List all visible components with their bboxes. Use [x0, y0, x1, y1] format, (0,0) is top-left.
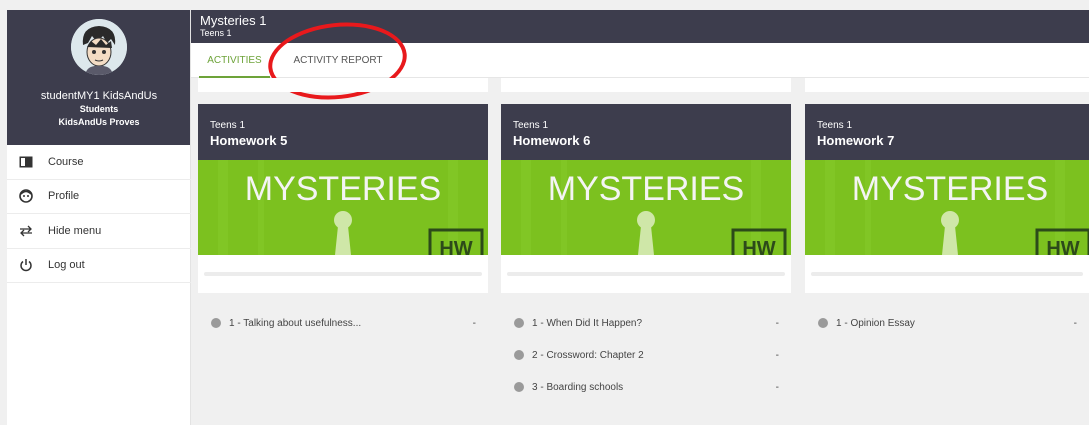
sidebar-item-profile[interactable]: Profile: [7, 180, 191, 214]
card-header: Teens 1 Homework 5: [198, 104, 488, 160]
sidebar-item-label: Profile: [48, 190, 80, 203]
progress-bar: [204, 272, 482, 276]
banner-badge: HW: [742, 238, 775, 255]
sidebar-item-course[interactable]: Course: [7, 145, 191, 180]
book-icon: [18, 154, 34, 170]
activity-score: -: [775, 381, 779, 393]
page-subtitle: Teens 1: [200, 28, 232, 38]
sidebar-item-label: Course: [48, 155, 84, 168]
activity-name: 2 - Crossword: Chapter 2: [532, 349, 644, 361]
mysteries-banner: MYSTERIES HW: [198, 160, 488, 255]
power-icon: [18, 257, 34, 273]
banner-logo-text: MYSTERIES: [852, 170, 1048, 208]
activity-score: -: [775, 317, 779, 329]
activity-list: 1 - Opinion Essay -: [805, 293, 1089, 425]
list-item[interactable]: 2 - Crossword: Chapter 2 -: [501, 339, 791, 371]
mysteries-banner: MYSTERIES HW: [805, 160, 1089, 255]
list-item[interactable]: 3 - Boarding schools -: [501, 371, 791, 403]
sidebar-item-log-out[interactable]: Log out: [7, 249, 191, 283]
activity-name: 3 - Boarding schools: [532, 381, 624, 393]
activity-name: 1 - Opinion Essay: [836, 317, 915, 329]
user-role: Students: [79, 104, 119, 114]
tab-activities[interactable]: ACTIVITIES: [199, 43, 270, 78]
sidebar-item-label: Log out: [48, 259, 85, 272]
tab-bar: ACTIVITIES ACTIVITY REPORT: [191, 43, 1089, 78]
page-title: Mysteries 1: [200, 13, 267, 28]
banner-badge: HW: [439, 238, 472, 255]
activity-name: 1 - When Did It Happen?: [532, 317, 643, 329]
progress-bar: [811, 272, 1083, 276]
activity-score: -: [775, 349, 779, 361]
profile-icon: [18, 188, 34, 204]
card-strip: [501, 78, 791, 92]
list-item[interactable]: 1 - Opinion Essay -: [805, 307, 1089, 339]
activity-score: -: [1073, 317, 1077, 329]
activity-list: 1 - Talking about usefulness... -: [198, 293, 488, 425]
user-name: studentMY1 KidsAndUs: [40, 90, 158, 102]
status-dot: [514, 318, 524, 328]
status-dot: [818, 318, 828, 328]
card-level: Teens 1: [210, 120, 246, 131]
swap-arrows-icon: [18, 223, 34, 239]
banner-logo-text: MYSTERIES: [548, 170, 744, 208]
card-level: Teens 1: [513, 120, 549, 131]
card-header: Teens 1 Homework 7: [805, 104, 1089, 160]
card-title: Homework 6: [513, 133, 591, 148]
banner-logo-text: MYSTERIES: [245, 170, 441, 208]
homework-card[interactable]: Teens 1 Homework 6 MYSTERIES HW 1 - When…: [501, 104, 791, 425]
homework-card[interactable]: Teens 1 Homework 5 MYSTERIES HW 1 - Talk…: [198, 104, 488, 425]
homework-card[interactable]: Teens 1 Homework 7 MYSTERIES HW 1 - Opin…: [805, 104, 1089, 425]
avatar[interactable]: [71, 19, 127, 75]
card-strip: [198, 78, 488, 92]
sidebar-item-label: Hide menu: [48, 224, 102, 237]
status-dot: [514, 382, 524, 392]
mysteries-banner: MYSTERIES HW: [501, 160, 791, 255]
user-panel: studentMY1 KidsAndUs Students KidsAndUs …: [7, 10, 190, 145]
card-title: Homework 7: [817, 133, 895, 148]
status-dot: [211, 318, 221, 328]
sidebar-item-hide-menu[interactable]: Hide menu: [7, 214, 191, 249]
progress-bar: [507, 272, 785, 276]
card-title: Homework 5: [210, 133, 288, 148]
sidebar-menu: Course Profile Hide menu Log out: [7, 145, 191, 283]
course-header: Mysteries 1 Teens 1: [191, 10, 1089, 43]
status-dot: [514, 350, 524, 360]
card-strip: [805, 78, 1089, 92]
activity-score: -: [472, 317, 476, 329]
list-item[interactable]: 1 - When Did It Happen? -: [501, 307, 791, 339]
card-header: Teens 1 Homework 6: [501, 104, 791, 160]
list-item[interactable]: 1 - Talking about usefulness... -: [198, 307, 488, 339]
user-school: KidsAndUs Proves: [58, 117, 140, 127]
activity-list: 1 - When Did It Happen? - 2 - Crossword:…: [501, 293, 791, 425]
banner-badge: HW: [1046, 238, 1079, 255]
card-level: Teens 1: [817, 120, 853, 131]
tab-activity-report[interactable]: ACTIVITY REPORT: [283, 43, 393, 78]
activity-name: 1 - Talking about usefulness...: [229, 317, 362, 329]
sidebar: studentMY1 KidsAndUs Students KidsAndUs …: [7, 10, 191, 425]
